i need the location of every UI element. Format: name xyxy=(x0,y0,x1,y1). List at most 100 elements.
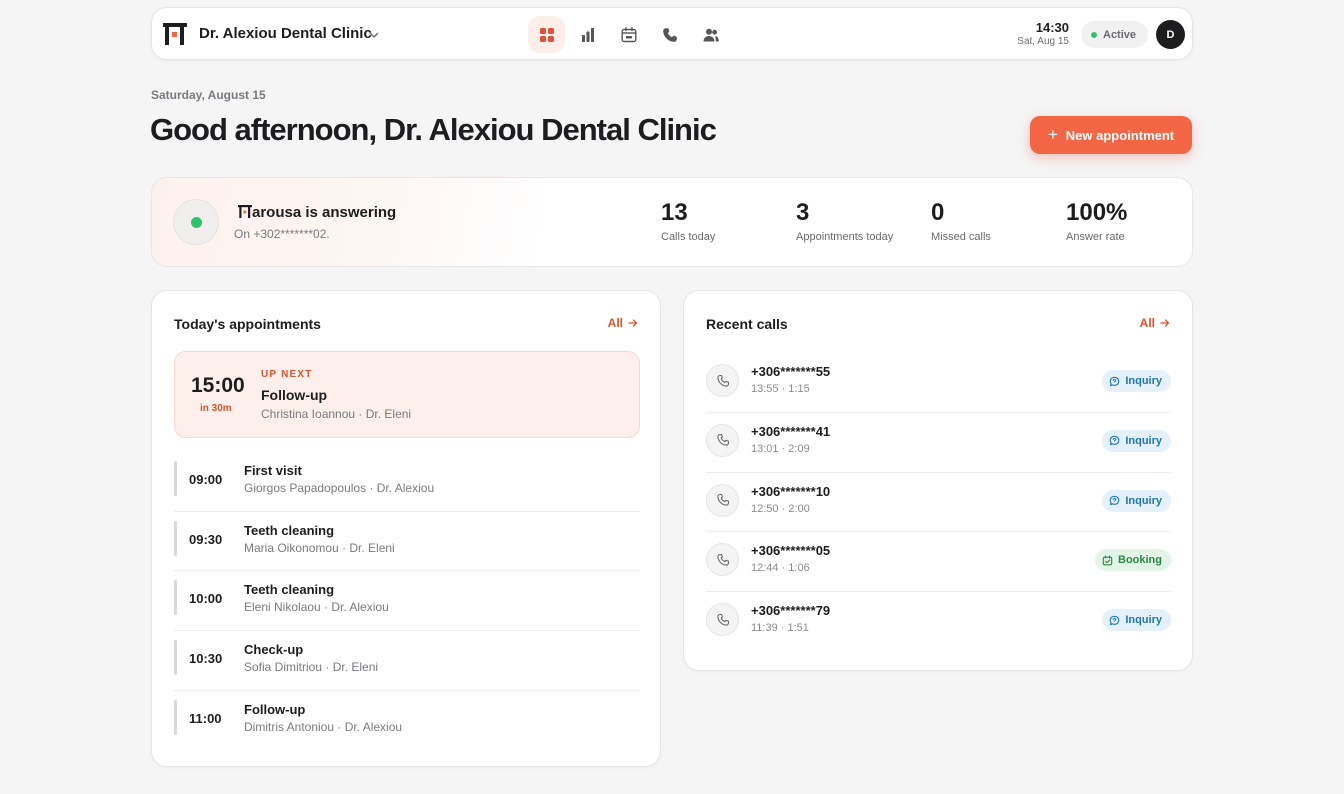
chevron-down-icon[interactable] xyxy=(368,29,380,41)
next-subtitle: Christina Ioannou · Dr. Eleni xyxy=(261,407,412,421)
stat-calls-today: 13 Calls today xyxy=(661,198,715,243)
clock-date: Sat, Aug 15 xyxy=(1017,36,1069,47)
time-bar xyxy=(174,520,177,556)
list-item[interactable]: +306*******41 13:01 · 2:09 Inquiry xyxy=(706,413,1171,473)
phone-icon xyxy=(716,494,729,506)
call-icon xyxy=(706,364,739,397)
tag-label: Inquiry xyxy=(1125,614,1162,627)
chat-bubble-icon xyxy=(1109,495,1120,506)
tag-label: Inquiry xyxy=(1125,494,1162,507)
chat-bubble-icon xyxy=(1109,376,1120,386)
status-label: Active xyxy=(1103,28,1137,41)
assistant-status-text: arousa is answering xyxy=(252,204,397,221)
dashboard-icon xyxy=(539,27,554,42)
calls-all-link[interactable]: All xyxy=(1140,316,1170,330)
nav-dashboard[interactable] xyxy=(528,16,565,53)
caller-number: +306*******41 xyxy=(751,423,831,439)
appointment-subtitle: Maria Oikonomou · Dr. Eleni xyxy=(244,540,395,555)
next-title: Follow-up xyxy=(261,387,328,403)
assistant-status-card: arousa is answering On +302*******02. 13… xyxy=(151,177,1193,267)
assistant-logo-icon xyxy=(238,205,252,218)
tag-label: Inquiry xyxy=(1125,375,1162,387)
appointment-subtitle: Eleni Nikolaou · Dr. Alexiou xyxy=(244,600,389,615)
appointment-title: Teeth cleaning xyxy=(244,522,335,538)
live-dot-icon xyxy=(190,216,202,228)
nav-contacts[interactable] xyxy=(692,16,729,53)
clock: 14:30 Sat, Aug 15 xyxy=(1017,20,1069,48)
call-tag: Booking xyxy=(1095,549,1171,572)
appointment-list: 09:00 First visit Giorgos Papadopoulos ·… xyxy=(174,452,640,750)
assistant-line: On +302*******02. xyxy=(234,227,330,241)
list-item[interactable]: +306*******05 12:44 · 1:06 Booking xyxy=(706,532,1171,593)
tag-label: Booking xyxy=(1118,554,1162,567)
status-badge[interactable]: Active xyxy=(1081,21,1149,48)
call-meta: 12:44 · 1:06 xyxy=(751,562,810,575)
live-indicator xyxy=(173,199,219,245)
arrow-right-icon xyxy=(1160,319,1170,327)
call-tag: Inquiry xyxy=(1102,429,1171,452)
caller-number: +306*******10 xyxy=(751,483,831,499)
chat-bubble-icon xyxy=(1109,615,1120,625)
phone-icon xyxy=(716,613,729,626)
appointment-title: Follow-up xyxy=(244,701,306,717)
stat-value: 13 xyxy=(661,199,688,226)
analytics-icon xyxy=(581,27,594,42)
phone-icon xyxy=(662,27,677,42)
list-item[interactable]: +306*******79 11:39 · 1:51 Inquiry xyxy=(706,592,1171,652)
next-time: 15:00 xyxy=(191,374,245,397)
phone-icon xyxy=(716,553,729,566)
todays-appointments-card: Today's appointments All 15:00 in 30m UP… xyxy=(151,290,661,767)
chat-bubble-icon xyxy=(1109,436,1120,446)
clinic-name[interactable]: Dr. Alexiou Dental Clinic xyxy=(199,25,372,42)
nav-calendar[interactable] xyxy=(610,16,647,53)
all-label: All xyxy=(607,316,623,330)
phone-icon xyxy=(716,434,729,446)
appointment-time: 11:00 xyxy=(189,710,222,726)
appointment-subtitle: Sofia Dimitriou · Dr. Eleni xyxy=(244,660,379,675)
call-icon xyxy=(706,483,739,517)
recent-calls-card: Recent calls All +306*******55 13:55 · 1… xyxy=(683,290,1193,671)
stat-answer-rate: 100% Answer rate xyxy=(1066,198,1127,243)
list-item[interactable]: 09:30 Teeth cleaning Maria Oikonomou · D… xyxy=(174,512,640,572)
list-item[interactable]: +306*******55 13:55 · 1:15 Inquiry xyxy=(706,353,1171,413)
appointment-subtitle: Giorgos Papadopoulos · Dr. Alexiou xyxy=(244,481,435,495)
caller-number: +306*******79 xyxy=(751,603,831,619)
all-label: All xyxy=(1139,316,1155,330)
calendar-icon xyxy=(621,26,637,42)
new-appointment-label: New appointment xyxy=(1065,127,1175,143)
list-item[interactable]: 11:00 Follow-up Dimitris Antoniou · Dr. … xyxy=(174,691,640,751)
stat-value: 100% xyxy=(1066,199,1128,226)
new-appointment-button[interactable]: + New appointment xyxy=(1030,116,1192,154)
next-countdown: in 30m xyxy=(200,403,232,414)
appointments-all-link[interactable]: All xyxy=(608,316,638,330)
nav-calls[interactable] xyxy=(651,16,688,53)
avatar[interactable]: D xyxy=(1156,20,1185,49)
call-tag: Inquiry xyxy=(1102,489,1171,512)
up-next-badge: UP NEXT xyxy=(261,369,313,380)
call-list: +306*******55 13:55 · 1:15 Inquiry +306*… xyxy=(706,353,1171,652)
plus-icon: + xyxy=(1047,124,1058,144)
call-meta: 11:39 · 1:51 xyxy=(751,622,809,635)
call-meta: 13:01 · 2:09 xyxy=(751,442,810,455)
appointment-time: 09:30 xyxy=(189,531,223,547)
assistant-status: arousa is answering xyxy=(238,204,396,221)
card-title: Recent calls xyxy=(706,316,788,332)
call-meta: 12:50 · 2:00 xyxy=(751,502,810,515)
stat-value: 0 xyxy=(931,199,945,226)
stat-missed-calls: 0 Missed calls xyxy=(931,198,991,243)
up-next-appointment[interactable]: 15:00 in 30m UP NEXT Follow-up Christina… xyxy=(174,351,640,438)
list-item[interactable]: 09:00 First visit Giorgos Papadopoulos ·… xyxy=(174,452,640,512)
appointment-title: Check-up xyxy=(244,642,304,658)
nav-analytics[interactable] xyxy=(569,16,606,53)
stat-label: Missed calls xyxy=(931,231,991,243)
list-item[interactable]: 10:00 Teeth cleaning Eleni Nikolaou · Dr… xyxy=(174,571,640,632)
appointment-title: First visit xyxy=(244,463,302,478)
list-item[interactable]: +306*******10 12:50 · 2:00 Inquiry xyxy=(706,473,1171,533)
tag-label: Inquiry xyxy=(1125,434,1162,447)
calendar-check-icon xyxy=(1102,555,1113,566)
stat-label: Appointments today xyxy=(796,231,894,243)
call-tag: Inquiry xyxy=(1102,370,1171,392)
list-item[interactable]: 10:30 Check-up Sofia Dimitriou · Dr. Ele… xyxy=(174,631,640,691)
caller-number: +306*******05 xyxy=(751,543,831,559)
time-bar xyxy=(174,461,177,496)
